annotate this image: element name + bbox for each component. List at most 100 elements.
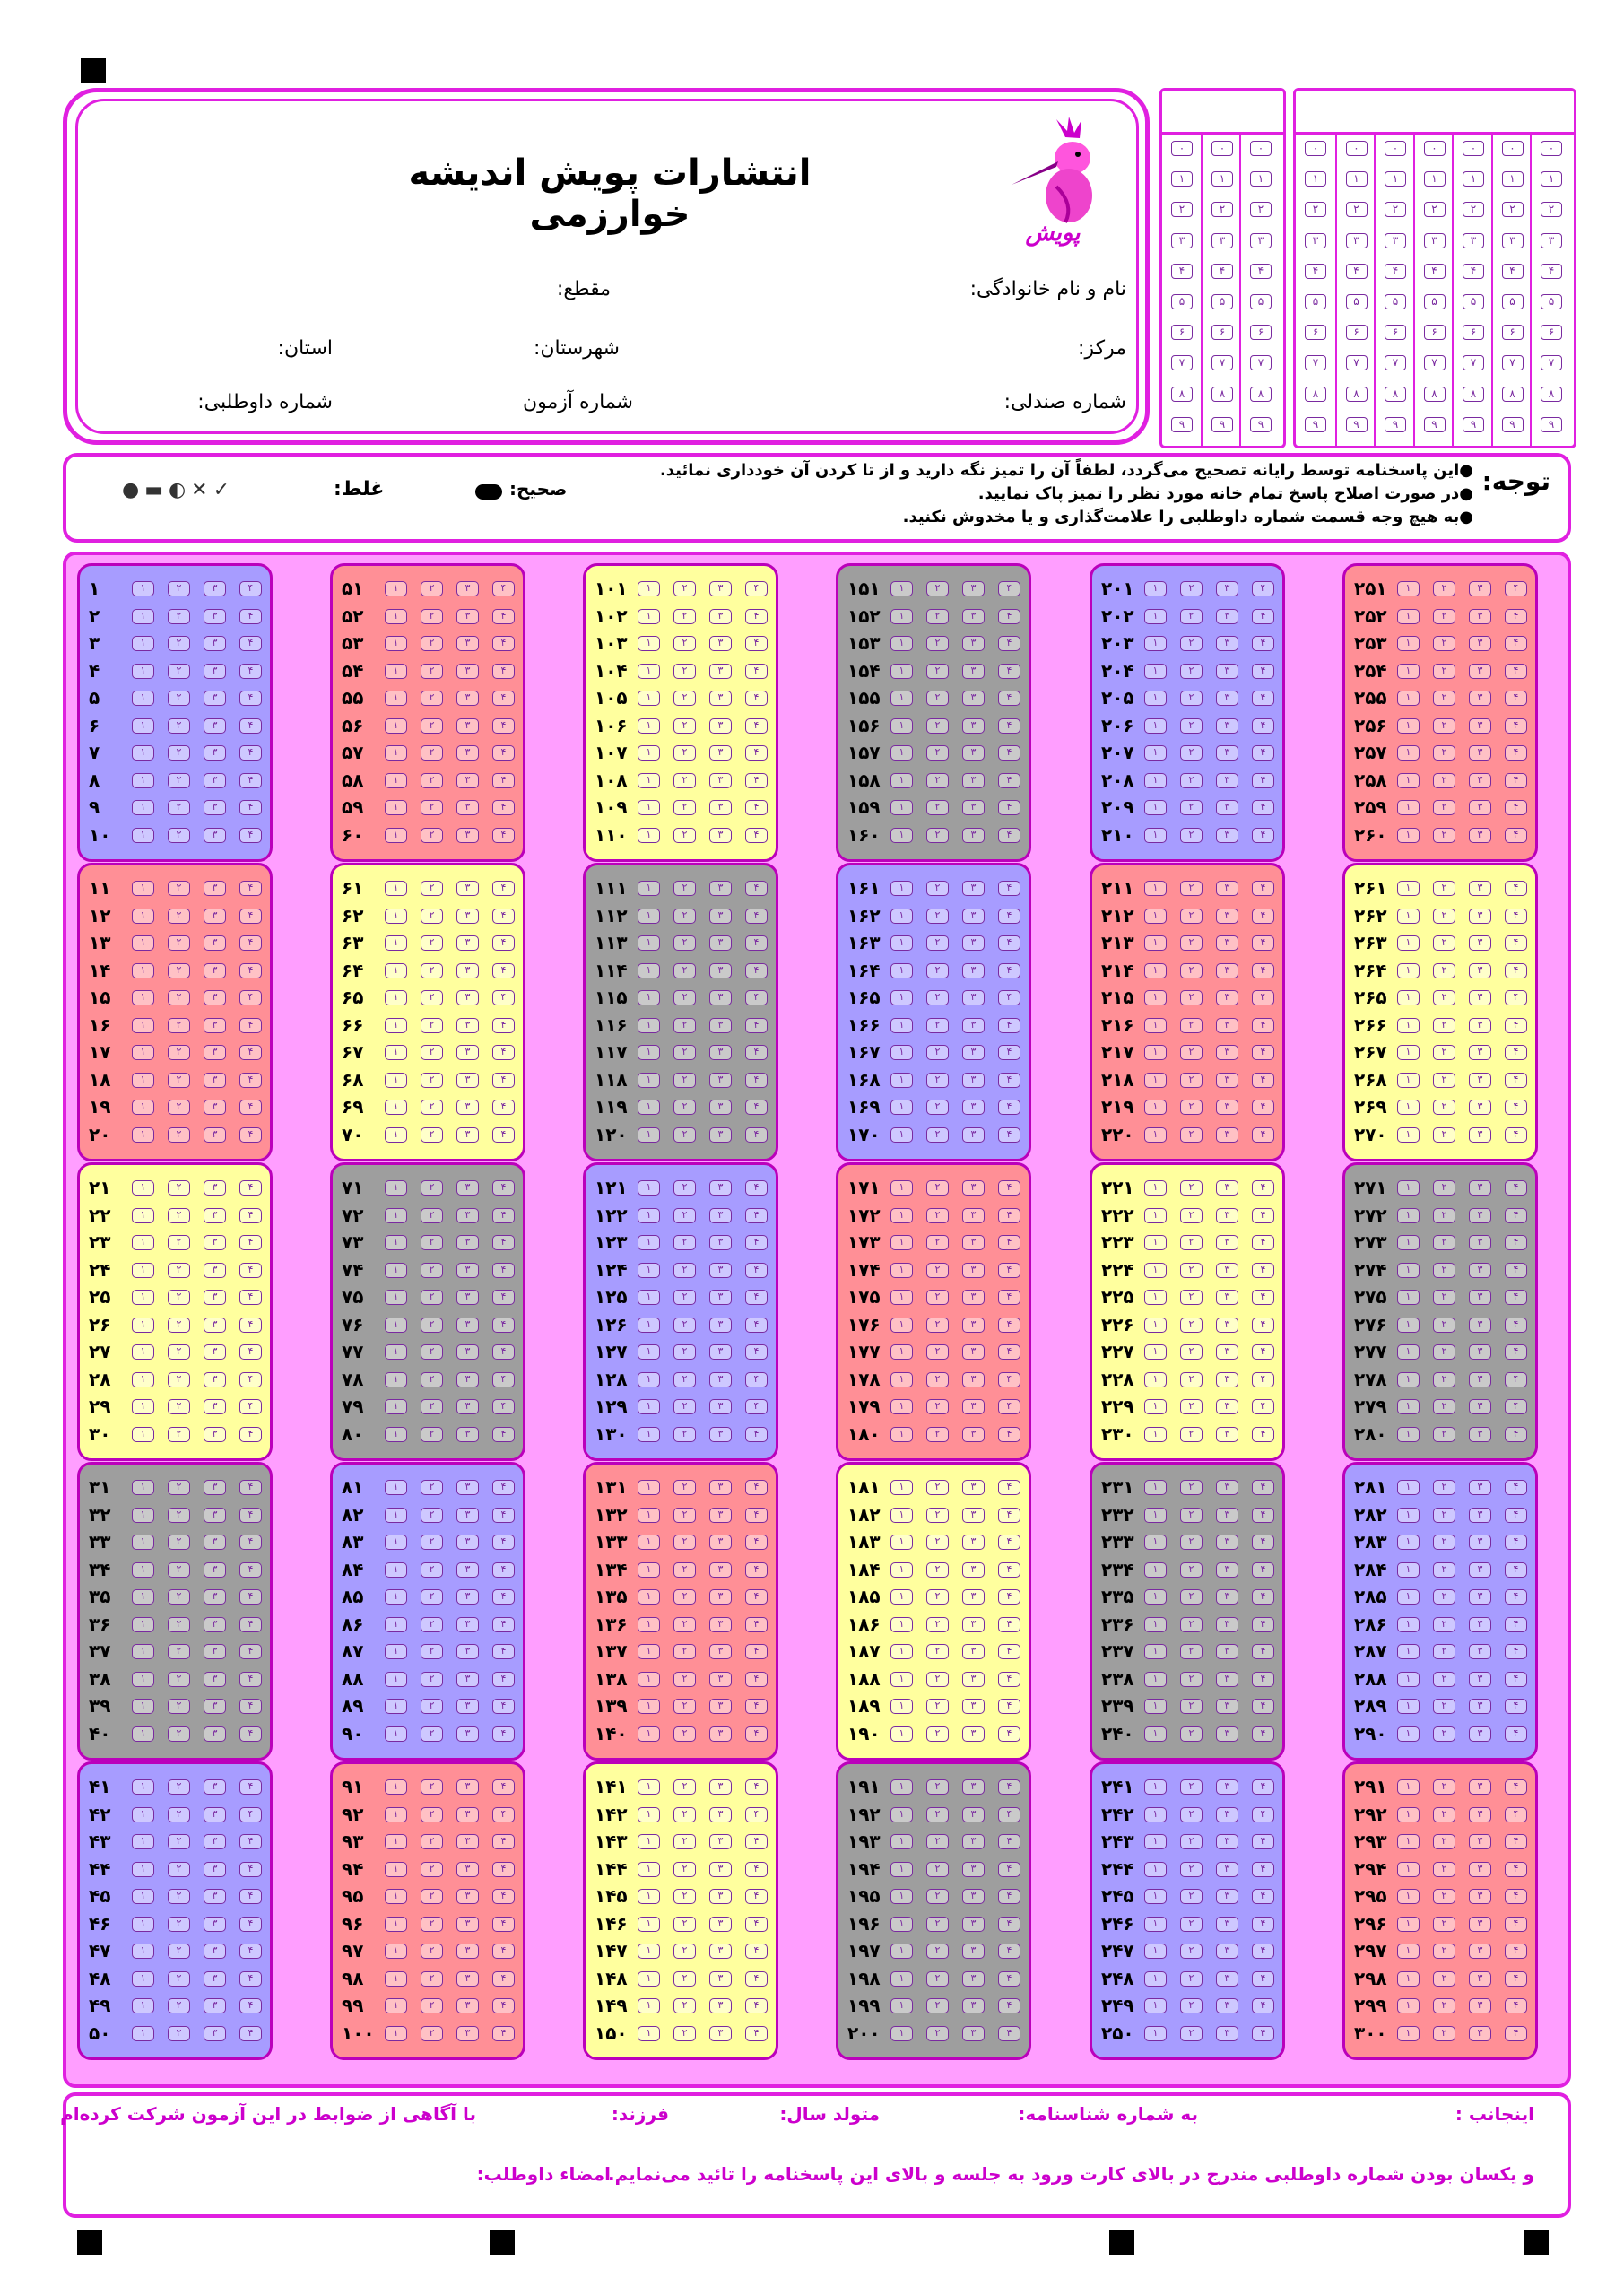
answer-option-bubble[interactable]: ۴ (998, 1344, 1020, 1360)
answer-option-bubble[interactable]: ۴ (492, 1480, 515, 1495)
answer-option-bubble[interactable]: ۳ (962, 1834, 985, 1849)
answer-option-bubble[interactable]: ۱ (1144, 1480, 1167, 1495)
answer-option-bubble[interactable]: ۴ (1505, 1262, 1527, 1278)
answer-option-bubble[interactable]: ۴ (998, 1916, 1020, 1932)
answer-option-bubble[interactable]: ۳ (204, 1561, 226, 1578)
answer-option-bubble[interactable]: ۱ (385, 1399, 407, 1414)
answer-option-bubble[interactable]: ۳ (962, 636, 985, 651)
answer-option-bubble[interactable]: ۳ (456, 1290, 479, 1305)
answer-option-bubble[interactable]: ۳ (204, 2025, 226, 2041)
answer-option-bubble[interactable]: ۴ (745, 1426, 768, 1442)
answer-option-bubble[interactable]: ۳ (709, 1126, 732, 1143)
answer-option-bubble[interactable]: ۱ (890, 1100, 913, 1115)
answer-option-bubble[interactable]: ۲ (1433, 718, 1455, 734)
answer-option-bubble[interactable]: ۴ (239, 1317, 262, 1333)
id-digit-bubble[interactable]: ۴ (1305, 263, 1326, 279)
answer-option-bubble[interactable]: ۲ (421, 1889, 443, 1904)
answer-option-bubble[interactable]: ۲ (421, 1861, 443, 1877)
answer-option-bubble[interactable]: ۱ (890, 1944, 913, 1959)
answer-option-bubble[interactable]: ۲ (421, 1616, 443, 1632)
id-digit-bubble[interactable]: ۸ (1423, 386, 1446, 402)
answer-option-bubble[interactable]: ۴ (1505, 1779, 1527, 1795)
answer-option-bubble[interactable]: ۱ (890, 1834, 913, 1849)
answer-option-bubble[interactable]: ۴ (745, 1726, 768, 1742)
answer-option-bubble[interactable]: ۴ (492, 1944, 515, 1959)
answer-option-bubble[interactable]: ۲ (673, 1616, 696, 1632)
answer-option-bubble[interactable]: ۴ (239, 718, 262, 734)
answer-option-bubble[interactable]: ۳ (709, 908, 732, 924)
answer-option-bubble[interactable]: ۴ (998, 1671, 1020, 1687)
answer-option-bubble[interactable]: ۴ (239, 1180, 262, 1196)
answer-option-bubble[interactable]: ۴ (1252, 1072, 1274, 1088)
answer-option-bubble[interactable]: ۳ (204, 935, 226, 951)
answer-option-bubble[interactable]: ۱ (132, 1126, 154, 1143)
answer-option-bubble[interactable]: ۲ (926, 1344, 949, 1360)
answer-option-bubble[interactable]: ۱ (1397, 962, 1420, 978)
answer-option-bubble[interactable]: ۴ (239, 962, 262, 978)
answer-option-bubble[interactable]: ۲ (1433, 691, 1455, 706)
answer-option-bubble[interactable]: ۱ (385, 1726, 407, 1742)
answer-option-bubble[interactable]: ۲ (926, 691, 949, 706)
answer-option-bubble[interactable]: ۲ (1433, 1371, 1455, 1387)
answer-option-bubble[interactable]: ۱ (385, 1480, 407, 1495)
answer-option-bubble[interactable]: ۴ (745, 1045, 768, 1060)
answer-option-bubble[interactable]: ۱ (638, 1507, 660, 1523)
answer-option-bubble[interactable]: ۳ (456, 1726, 479, 1742)
answer-option-bubble[interactable]: ۱ (1397, 636, 1420, 651)
answer-option-bubble[interactable]: ۳ (204, 1262, 226, 1278)
answer-option-bubble[interactable]: ۴ (1505, 636, 1527, 651)
answer-option-bubble[interactable]: ۳ (1216, 1507, 1238, 1523)
answer-option-bubble[interactable]: ۳ (456, 1806, 479, 1822)
answer-option-bubble[interactable]: ۴ (1252, 1507, 1274, 1523)
answer-option-bubble[interactable]: ۴ (239, 1944, 262, 1959)
answer-option-bubble[interactable]: ۱ (890, 1889, 913, 1904)
answer-option-bubble[interactable]: ۱ (1144, 1616, 1167, 1632)
answer-option-bubble[interactable]: ۴ (998, 1616, 1020, 1632)
answer-option-bubble[interactable]: ۲ (1180, 908, 1203, 924)
answer-option-bubble[interactable]: ۴ (1252, 1207, 1274, 1223)
answer-option-bubble[interactable]: ۴ (1505, 800, 1527, 815)
id-digit-bubble[interactable]: ۵ (1171, 294, 1193, 309)
answer-option-bubble[interactable]: ۲ (1433, 1207, 1455, 1223)
answer-option-bubble[interactable]: ۲ (1433, 1235, 1455, 1250)
answer-option-bubble[interactable]: ۲ (421, 935, 443, 951)
answer-option-bubble[interactable]: ۱ (132, 636, 154, 651)
id-digit-bubble[interactable]: ۷ (1345, 355, 1368, 371)
answer-option-bubble[interactable]: ۲ (673, 1589, 696, 1605)
answer-option-bubble[interactable]: ۱ (638, 1699, 660, 1714)
answer-option-bubble[interactable]: ۱ (132, 1180, 154, 1196)
answer-option-bubble[interactable]: ۱ (132, 718, 154, 734)
answer-option-bubble[interactable]: ۴ (1252, 1317, 1274, 1333)
answer-option-bubble[interactable]: ۱ (132, 745, 154, 761)
answer-option-bubble[interactable]: ۴ (1252, 1998, 1274, 2013)
answer-option-bubble[interactable]: ۴ (1252, 772, 1274, 788)
answer-option-bubble[interactable]: ۲ (1180, 581, 1203, 596)
answer-option-bubble[interactable]: ۳ (1216, 1290, 1238, 1305)
answer-option-bubble[interactable]: ۳ (456, 1970, 479, 1987)
answer-option-bubble[interactable]: ۳ (1216, 1561, 1238, 1578)
answer-option-bubble[interactable]: ۳ (1216, 1699, 1238, 1714)
answer-option-bubble[interactable]: ۱ (132, 827, 154, 843)
answer-option-bubble[interactable]: ۳ (456, 1480, 479, 1495)
answer-option-bubble[interactable]: ۲ (421, 1290, 443, 1305)
answer-option-bubble[interactable]: ۲ (1433, 1944, 1455, 1959)
answer-option-bubble[interactable]: ۳ (1469, 1671, 1491, 1687)
answer-option-bubble[interactable]: ۱ (1397, 1426, 1420, 1442)
id-digit-bubble[interactable]: ۱ (1345, 171, 1368, 187)
answer-option-bubble[interactable]: ۴ (998, 1262, 1020, 1278)
answer-option-bubble[interactable]: ۲ (1433, 881, 1455, 896)
answer-option-bubble[interactable]: ۴ (745, 1834, 768, 1849)
answer-option-bubble[interactable]: ۳ (1216, 1806, 1238, 1822)
answer-option-bubble[interactable]: ۲ (673, 2025, 696, 2041)
answer-option-bubble[interactable]: ۱ (890, 1998, 913, 2013)
answer-option-bubble[interactable]: ۲ (421, 1344, 443, 1360)
answer-option-bubble[interactable]: ۳ (1216, 663, 1238, 679)
answer-option-bubble[interactable]: ۱ (1144, 1371, 1167, 1387)
answer-option-bubble[interactable]: ۳ (456, 1535, 479, 1550)
answer-option-bubble[interactable]: ۲ (168, 881, 190, 896)
answer-option-bubble[interactable]: ۲ (1433, 2025, 1455, 2041)
answer-option-bubble[interactable]: ۲ (168, 935, 190, 951)
answer-option-bubble[interactable]: ۲ (1433, 1480, 1455, 1495)
answer-option-bubble[interactable]: ۱ (1397, 1180, 1420, 1196)
answer-option-bubble[interactable]: ۲ (1433, 1616, 1455, 1632)
